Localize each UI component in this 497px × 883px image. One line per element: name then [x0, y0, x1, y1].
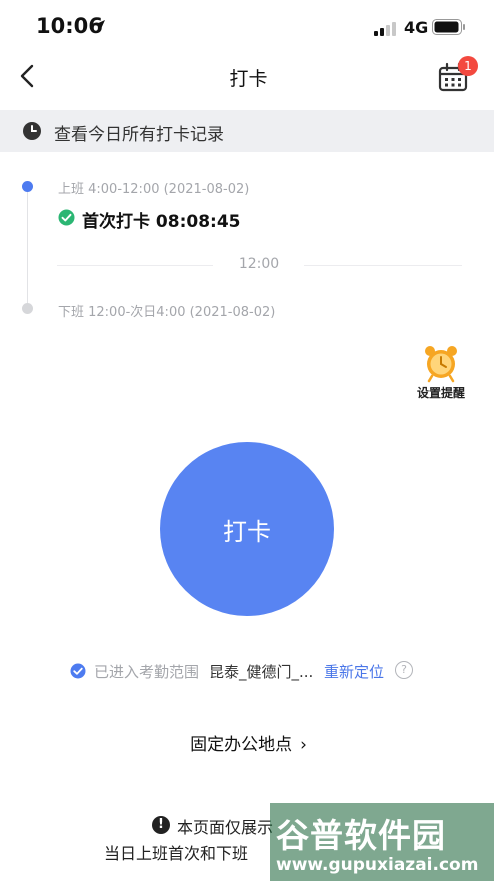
view-records-label: 查看今日所有打卡记录 [54, 125, 224, 145]
clock-icon [23, 122, 41, 140]
fixed-office-link[interactable]: 固定办公地点 › [0, 730, 497, 755]
check-circle-icon [58, 209, 75, 226]
first-checkin-text: 首次打卡 08:08:45 [82, 212, 241, 232]
relocate-link[interactable]: 重新定位 [324, 661, 384, 682]
signal-icon [374, 22, 396, 36]
network-type: 4G [404, 18, 429, 37]
watermark-title: 谷普软件园 [276, 816, 446, 855]
separator-line-left [57, 265, 213, 266]
alarm-clock-icon [425, 346, 457, 383]
nav-bar: 打卡 1 [0, 52, 497, 102]
punch-in-button[interactable]: 打卡 [160, 442, 334, 616]
view-records-bar[interactable]: 查看今日所有打卡记录 [0, 110, 494, 152]
notice-text-2: 当日上班首次和下班 [104, 844, 249, 863]
exclamation-icon: ! [152, 816, 170, 834]
timeline-dot-off [22, 303, 33, 314]
range-location: 昆泰_健德门_... [209, 663, 314, 681]
location-arrow-icon [94, 20, 105, 31]
range-status-text: 已进入考勤范围 [94, 663, 200, 681]
separator-time: 12:00 [238, 256, 280, 272]
help-icon[interactable]: ? [395, 661, 413, 679]
fixed-office-label: 固定办公地点 [190, 735, 293, 755]
battery-icon [432, 19, 465, 35]
timeline-dot-on [22, 181, 33, 192]
on-duty-label: 上班 4:00-12:00 (2021-08-02) [58, 182, 250, 197]
timeline-line [27, 190, 28, 308]
notice-text-1: 本页面仅展示 [177, 818, 274, 837]
set-reminder-label: 设置提醒 [416, 386, 465, 400]
set-reminder-button[interactable]: 设置提醒 [408, 343, 478, 403]
page-title: 打卡 [229, 68, 268, 90]
watermark-url: www.gupuxiazai.com [276, 855, 479, 875]
off-duty-label: 下班 12:00-次日4:00 (2021-08-02) [58, 305, 276, 320]
calendar-badge: 1 [458, 56, 478, 76]
watermark: 谷普软件园 www.gupuxiazai.com [270, 803, 494, 881]
range-check-icon [70, 663, 86, 679]
status-bar: 10:06 4G [0, 0, 497, 52]
chevron-right-icon: › [300, 735, 307, 755]
separator-line-right [304, 265, 462, 266]
